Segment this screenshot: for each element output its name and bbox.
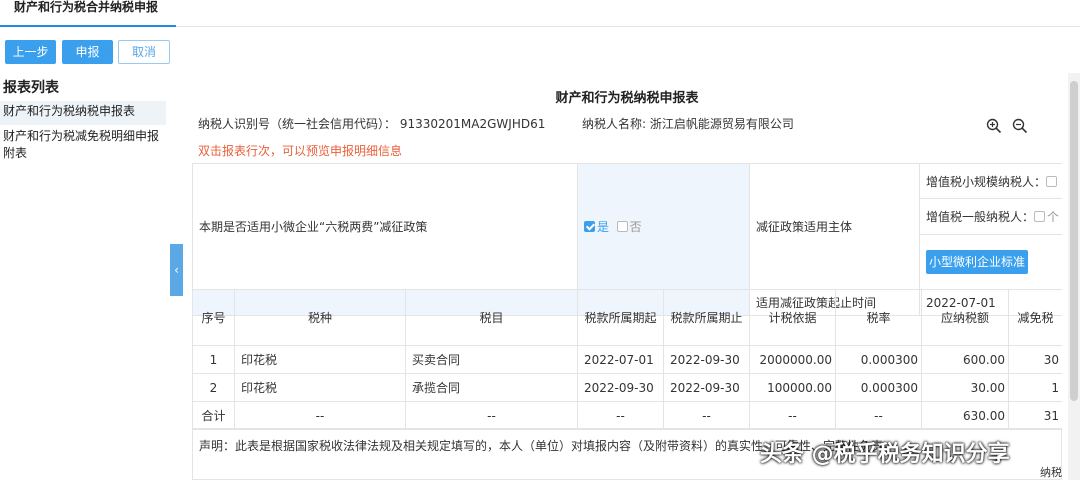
- prev-step-button[interactable]: 上一步: [5, 40, 56, 64]
- no-label: 否: [629, 220, 642, 234]
- vertical-scrollbar[interactable]: [1068, 73, 1080, 480]
- payable-cell: 30.00: [921, 373, 1009, 402]
- small-scale-cell: 增值税小规模纳税人：: [919, 162, 1062, 200]
- cancel-button[interactable]: 取消: [118, 40, 170, 64]
- period-from-cell: 2022-09-30: [577, 373, 664, 402]
- collapse-sidebar-handle[interactable]: ‹: [170, 244, 183, 296]
- column-header: 税种: [234, 289, 406, 346]
- tax-type-cell: 印花税: [234, 373, 406, 402]
- period-to-cell: 2022-09-30: [663, 345, 750, 374]
- report-list-sidebar: 报表列表 财产和行为税纳税申报表 财产和行为税减免税明细申报附表: [0, 73, 170, 480]
- column-header: 税款所属期起: [577, 289, 664, 346]
- submit-button[interactable]: 申报: [62, 40, 113, 64]
- total-from: --: [577, 401, 664, 430]
- table-header-row: 序号 税种 税目 税款所属期起 税款所属期止 计税依据 税率 应纳税额 减免税: [192, 289, 1062, 346]
- chevron-left-icon: ‹: [174, 263, 179, 277]
- small-scale-checkbox[interactable]: [1046, 175, 1058, 187]
- general-taxpayer-checkbox[interactable]: [1034, 210, 1046, 222]
- total-basis: --: [749, 401, 836, 430]
- total-to: --: [663, 401, 750, 430]
- relief-cell: 30: [1008, 345, 1062, 374]
- watermark: 头条 @税乎税务知识分享: [760, 442, 1010, 467]
- column-header: 税目: [405, 289, 578, 346]
- taxpayer-name-value: 浙江启帆能源贸易有限公司: [649, 117, 794, 131]
- tax-item-cell: 承揽合同: [405, 373, 578, 402]
- general-taxpayer-cell: 增值税一般纳税人： 个: [919, 198, 1062, 235]
- total-relief: 31: [1008, 401, 1062, 430]
- no-checkbox[interactable]: [616, 221, 628, 232]
- column-header: 计税依据: [749, 289, 836, 346]
- tax-type-cell: 印花税: [234, 345, 406, 374]
- relief-cell: 1: [1008, 373, 1062, 402]
- small-scale-label: 增值税小规模纳税人：: [926, 174, 1047, 189]
- period-from-cell: 2022-07-01: [577, 345, 664, 374]
- scrollbar-thumb[interactable]: [1070, 81, 1078, 401]
- taxpayer-id-label: 纳税人识别号（统一社会信用代码）：: [198, 117, 397, 131]
- policy-question: 本期是否适用小微企业“六税两费”减征政策: [192, 163, 578, 290]
- total-rate: --: [835, 401, 922, 430]
- corner-text: 纳税: [1040, 466, 1062, 479]
- policy-choice-cell: 是 否: [577, 163, 750, 290]
- column-header: 减免税: [1008, 289, 1062, 346]
- column-header: 税款所属期止: [663, 289, 750, 346]
- column-header: 税率: [835, 289, 922, 346]
- period-to-cell: 2022-09-30: [663, 373, 750, 402]
- total-item: --: [405, 401, 578, 430]
- sidebar-item-property-tax-form[interactable]: 财产和行为税纳税申报表: [0, 101, 166, 125]
- column-header: 序号: [192, 289, 235, 346]
- form-title: 财产和行为税纳税申报表: [555, 91, 699, 106]
- taxpayer-id-value: 91330201MA2GWJHD61: [399, 117, 546, 131]
- general-taxpayer-option: 个: [1047, 209, 1060, 224]
- payable-cell: 600.00: [921, 345, 1009, 374]
- tax-basis-cell: 100000.00: [749, 373, 836, 402]
- tax-detail-table: 序号 税种 税目 税款所属期起 税款所属期止 计税依据 税率 应纳税额 减免税 …: [192, 289, 1062, 430]
- total-payable: 630.00: [921, 401, 1009, 430]
- table-row[interactable]: 1 印花税 买卖合同 2022-07-01 2022-09-30 2000000…: [192, 345, 1062, 374]
- top-tab-bar: 财产和行为税合并纳税申报: [0, 0, 1080, 27]
- zoom-in-icon[interactable]: [986, 118, 1002, 134]
- zoom-out-icon[interactable]: [1012, 118, 1028, 134]
- total-row: 合计 -- -- -- -- -- -- 630.00 31: [192, 401, 1062, 430]
- row-number: 2: [192, 373, 235, 402]
- policy-subject-label: 减征政策适用主体: [749, 163, 920, 290]
- sidebar-title: 报表列表: [3, 80, 59, 96]
- tax-rate-cell: 0.000300: [835, 373, 922, 402]
- total-label: 合计: [192, 401, 235, 430]
- tax-rate-cell: 0.000300: [835, 345, 922, 374]
- taxpayer-name-row: 纳税人名称: 浙江启帆能源贸易有限公司: [582, 115, 794, 132]
- small-micro-standard-button[interactable]: 小型微利企业标准: [926, 249, 1029, 274]
- declaration-form: 财产和行为税纳税申报表 纳税人识别号（统一社会信用代码）： 91330201MA…: [192, 73, 1062, 480]
- table-row[interactable]: 2 印花税 承揽合同 2022-09-30 2022-09-30 100000.…: [192, 373, 1062, 402]
- yes-label: 是: [597, 220, 610, 234]
- taxpayer-id-row: 纳税人识别号（统一社会信用代码）： 91330201MA2GWJHD61: [198, 115, 545, 132]
- column-header: 应纳税额: [921, 289, 1009, 346]
- tax-basis-cell: 2000000.00: [749, 345, 836, 374]
- yes-checkbox[interactable]: [584, 221, 595, 232]
- general-taxpayer-label: 增值税一般纳税人：: [926, 209, 1035, 224]
- taxpayer-name-label: 纳税人名称:: [582, 117, 647, 131]
- total-tax-type: --: [234, 401, 406, 430]
- tab-tax-declaration[interactable]: 财产和行为税合并纳税申报: [0, 0, 176, 27]
- tax-item-cell: 买卖合同: [405, 345, 578, 374]
- standard-button-cell: 小型微利企业标准: [919, 233, 1062, 291]
- sidebar-item-relief-schedule[interactable]: 财产和行为税减免税明细申报附表: [0, 128, 166, 164]
- row-number: 1: [192, 345, 235, 374]
- preview-hint: 双击报表行次，可以预览申报明细信息: [198, 144, 403, 158]
